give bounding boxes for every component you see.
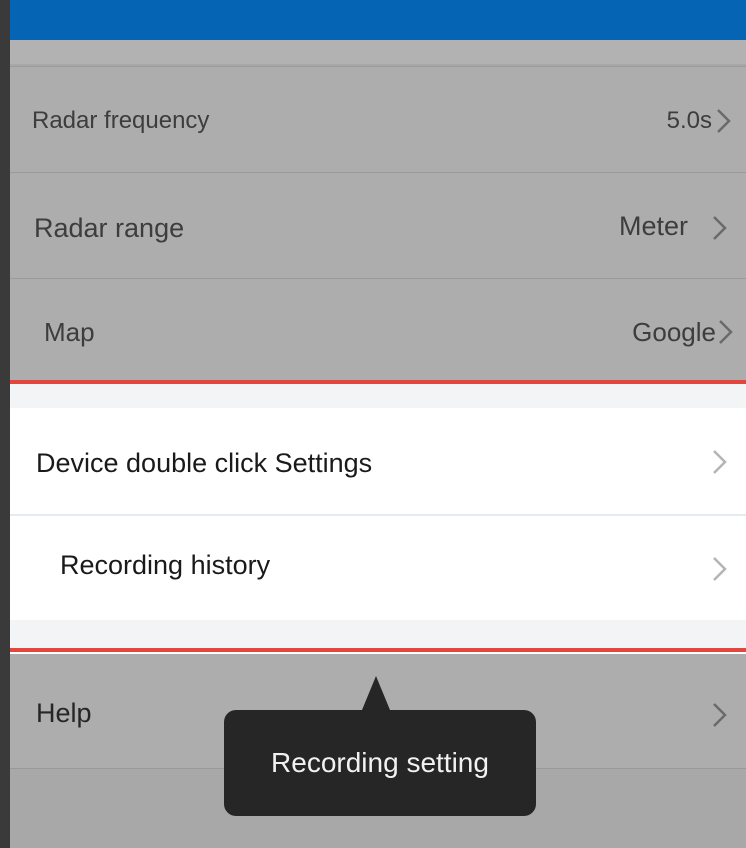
setting-label: Radar frequency [32,107,210,134]
setting-label: Map [44,317,95,347]
highlight-border-bottom [10,648,746,652]
setting-row-radar-range[interactable]: Radar range Meter [10,172,746,278]
section-spacer [10,620,746,648]
section-spacer [10,40,746,64]
app-header-bar [10,0,746,40]
setting-label: Device double click Settings [36,448,373,478]
section-spacer [10,384,746,408]
chevron-right-icon [714,317,738,347]
setting-row-recording-history[interactable]: Recording history [10,516,746,620]
setting-row-device-double-click[interactable]: Device double click Settings [10,410,746,514]
setting-label: Recording history [60,550,271,580]
setting-label: Radar range [34,213,185,243]
chevron-right-icon [708,447,732,477]
chevron-right-icon [708,554,732,584]
setting-row-radar-frequency[interactable]: Radar frequency 5.0s [10,66,746,172]
setting-label: Help [36,698,92,728]
window-edge [0,0,10,848]
chevron-right-icon [708,213,732,243]
tooltip-text: Recording setting [271,747,489,778]
recording-setting-tooltip: Recording setting [224,710,536,816]
tooltip-arrow [362,676,390,710]
chevron-right-icon [712,106,736,136]
setting-value: 5.0s [666,107,712,134]
setting-row-map[interactable]: Map Google [10,278,746,382]
setting-value: Google [632,317,716,347]
chevron-right-icon [708,700,732,730]
setting-value: Meter [618,211,688,241]
